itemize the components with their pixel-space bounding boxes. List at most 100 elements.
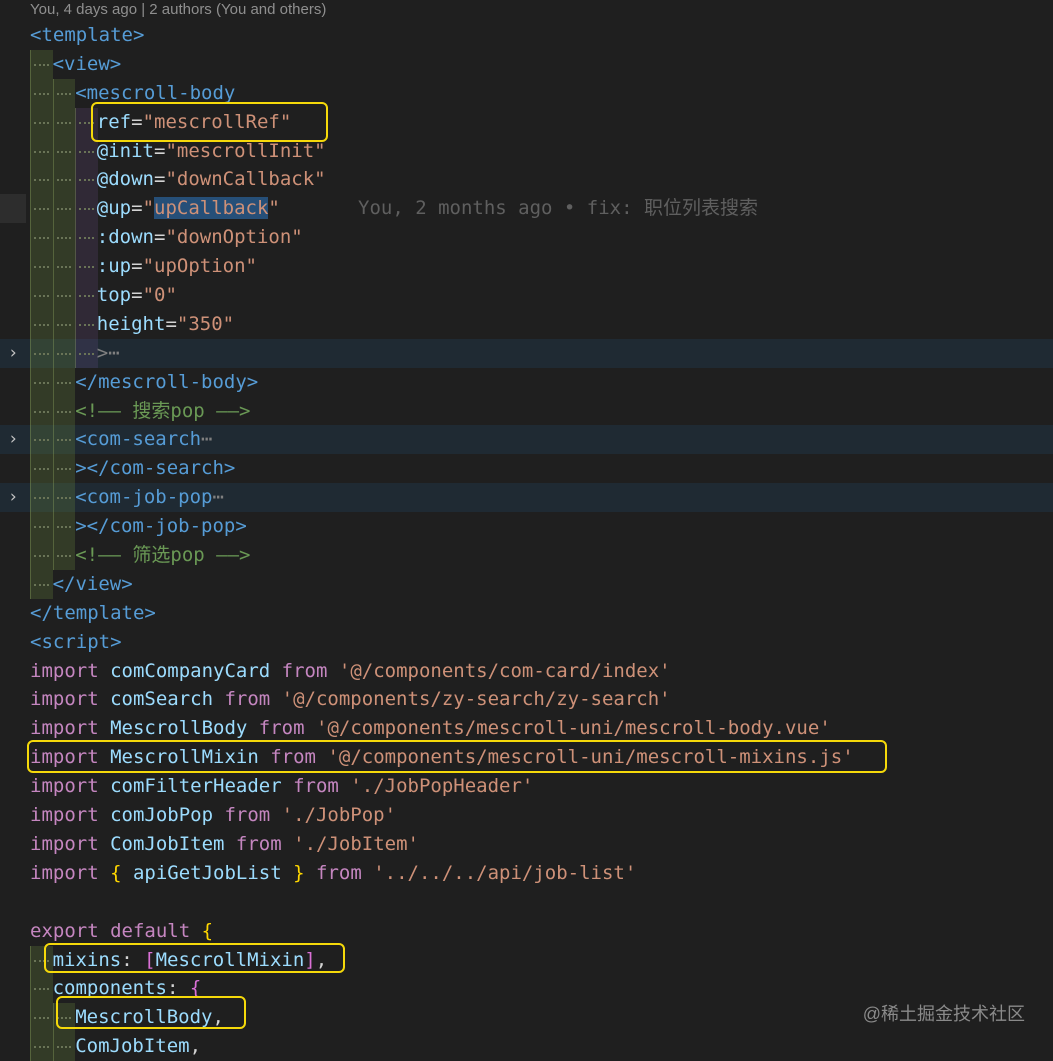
- highlight-box-mixins: [44, 943, 345, 973]
- code-token: export default: [30, 919, 202, 942]
- indent-guide: [30, 78, 53, 108]
- code-token: import: [30, 832, 111, 855]
- code-line[interactable]: top="0": [0, 281, 1053, 310]
- code-token: ></com-search>: [75, 457, 236, 480]
- code-token: <!—— 筛选pop ——>: [75, 544, 251, 567]
- code-line[interactable]: </mescroll-body>: [0, 367, 1053, 397]
- code-line[interactable]: :down="downOption": [0, 223, 1053, 253]
- code-line[interactable]: <script>: [0, 628, 1053, 657]
- indent-guide: [75, 338, 98, 368]
- code-line[interactable]: import comSearch from '@/components/zy-s…: [0, 685, 1053, 714]
- indent-guide: [52, 223, 76, 253]
- code-line[interactable]: export default {: [0, 917, 1053, 946]
- indent-guide: [52, 78, 76, 108]
- indent-guide: [30, 974, 53, 1004]
- code-token: <com-search: [75, 428, 202, 451]
- code-text: export default {: [30, 917, 213, 946]
- code-token: ⋯: [201, 428, 213, 451]
- inline-blame-annotation[interactable]: You, 2 months ago • fix: 职位列表搜索: [358, 194, 758, 223]
- code-token: './JobItem': [293, 832, 419, 855]
- code-token: =: [165, 312, 177, 335]
- code-line[interactable]: ></com-search>: [0, 454, 1053, 484]
- code-token: './JobPopHeader': [350, 775, 534, 798]
- indent-guide: [75, 309, 98, 339]
- code-line[interactable]: <view>: [0, 49, 1053, 79]
- code-token: :up: [96, 255, 132, 278]
- code-token: '@/components/zy-search/zy-search': [281, 688, 671, 711]
- code-text: </template>: [30, 599, 156, 628]
- code-line[interactable]: @up="upCallback" You, 2 months ago • fix:…: [0, 194, 1053, 224]
- code-token: =: [131, 255, 143, 278]
- code-line[interactable]: import comJobPop from './JobPop': [0, 801, 1053, 830]
- chevron-right-icon[interactable]: ›: [8, 425, 18, 454]
- code-token: <template>: [30, 24, 145, 46]
- indent-guide: [52, 281, 76, 310]
- code-token: comCompanyCard: [110, 659, 282, 682]
- indent-guide: [52, 165, 76, 195]
- code-editor[interactable]: <template> <view> <mescroll-body ref="mescr…: [0, 21, 1053, 1061]
- code-token: apiGetJobList: [132, 861, 294, 884]
- code-text: <!—— 筛选pop ——>: [75, 541, 250, 570]
- code-line[interactable]: height="350": [0, 309, 1053, 339]
- code-token: top: [96, 284, 132, 307]
- chevron-right-icon[interactable]: ›: [8, 339, 18, 368]
- code-text: @down="downCallback": [97, 165, 326, 194]
- code-text: :down="downOption": [97, 223, 303, 252]
- code-text: <view>: [53, 50, 122, 79]
- indent-guide: [30, 425, 53, 455]
- code-token: </template>: [30, 601, 156, 624]
- code-line[interactable]: </template>: [0, 599, 1053, 628]
- indent-guide: [30, 223, 53, 253]
- code-token: from: [235, 832, 294, 855]
- code-line[interactable]: › >⋯: [0, 338, 1053, 368]
- indent-guide: [75, 165, 98, 195]
- code-line[interactable]: import comCompanyCard from '@/components…: [0, 657, 1053, 686]
- code-token: "downOption": [165, 226, 303, 249]
- indent-guide: [75, 281, 98, 310]
- code-token: "upOption": [142, 255, 257, 278]
- code-line[interactable]: <!—— 筛选pop ——>: [0, 541, 1053, 570]
- git-blame-header[interactable]: You, 4 days ago | 2 authors (You and oth…: [30, 0, 326, 20]
- code-text: ComJobItem,: [75, 1032, 201, 1061]
- code-token: MescrollBody: [110, 717, 259, 740]
- indent-guide: [30, 1003, 53, 1033]
- code-token: :down: [96, 226, 154, 249]
- code-token: comFilterHeader: [110, 775, 294, 798]
- code-line[interactable]: ></com-job-pop>: [0, 512, 1053, 542]
- code-line[interactable]: </view>: [0, 569, 1053, 599]
- code-token: "mescrollInit": [165, 139, 326, 162]
- code-text: @up="upCallback": [97, 194, 280, 223]
- code-line[interactable]: › <com-search⋯: [0, 425, 1053, 455]
- code-token: @up: [96, 197, 132, 220]
- code-line[interactable]: import { apiGetJobList } from '../../../…: [0, 859, 1053, 888]
- indent-guide: [52, 136, 76, 166]
- code-line[interactable]: import comFilterHeader from './JobPopHea…: [0, 772, 1053, 801]
- indent-guide: [30, 252, 53, 282]
- code-token: "350": [176, 312, 235, 335]
- code-token: ComJobItem: [110, 832, 236, 855]
- code-token: ⋯: [212, 486, 224, 509]
- code-line[interactable]: @down="downCallback": [0, 165, 1053, 195]
- code-token: from: [293, 775, 351, 798]
- code-line[interactable]: › <com-job-pop⋯: [0, 483, 1053, 513]
- code-line[interactable]: ComJobItem,: [0, 1032, 1053, 1061]
- indent-guide: [30, 309, 53, 339]
- code-token: =: [131, 284, 143, 307]
- code-line[interactable]: import ComJobItem from './JobItem': [0, 830, 1053, 859]
- code-line[interactable]: <template>: [0, 21, 1053, 50]
- code-line[interactable]: :up="upOption": [0, 252, 1053, 282]
- indent-guide: [52, 107, 76, 137]
- code-line[interactable]: import MescrollBody from '@/components/m…: [0, 714, 1053, 743]
- code-token: from: [258, 717, 316, 740]
- chevron-right-icon[interactable]: ›: [8, 483, 18, 512]
- code-token: =: [154, 139, 166, 162]
- code-line[interactable]: [0, 888, 1053, 917]
- code-line[interactable]: <!—— 搜索pop ——>: [0, 396, 1053, 426]
- code-token: ": [268, 197, 280, 220]
- code-token: import: [30, 804, 111, 827]
- highlight-box-ref: [91, 102, 328, 142]
- highlight-box-mescrollbody: [56, 996, 246, 1029]
- code-text: import comCompanyCard from '@/components…: [30, 657, 671, 686]
- code-token: from: [316, 861, 374, 884]
- code-text: <com-job-pop⋯: [75, 483, 224, 512]
